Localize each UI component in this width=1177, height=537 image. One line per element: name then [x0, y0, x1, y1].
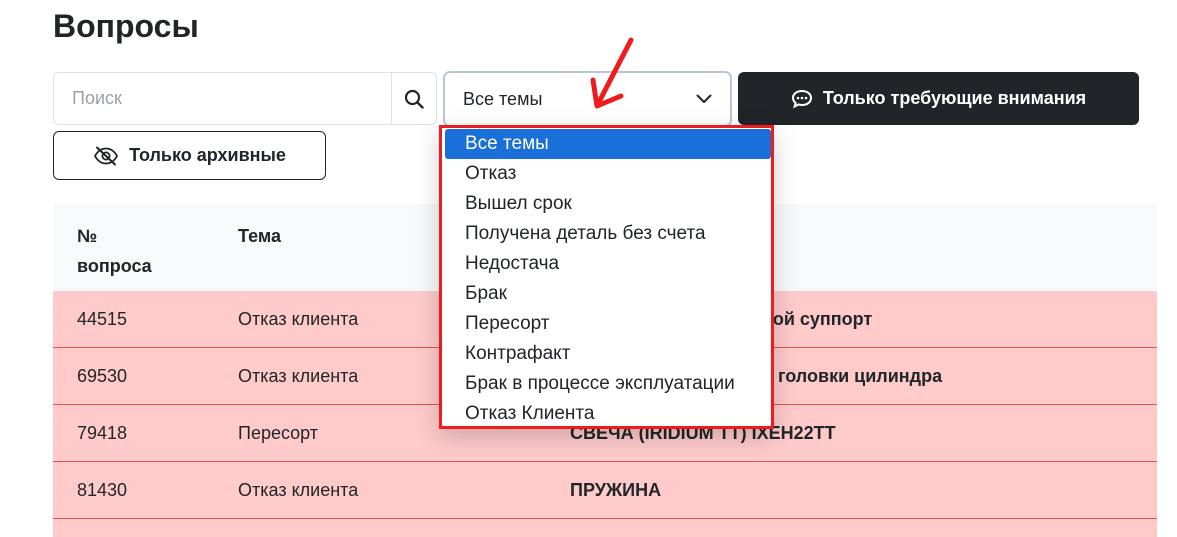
cell-item: ПРУЖИНА	[570, 480, 662, 500]
table-row[interactable]: 81430 Отказ клиента ПРУЖИНА	[53, 462, 1157, 519]
attention-filter-label: Только требующие внимания	[822, 88, 1087, 108]
chat-dots-icon	[791, 89, 812, 108]
topic-select-value: Все темы	[463, 88, 543, 109]
search-icon	[404, 89, 424, 109]
dropdown-option[interactable]: Брак в процессе эксплуатации	[445, 369, 771, 399]
dropdown-option[interactable]: Получена деталь без счета	[445, 219, 771, 249]
dropdown-option[interactable]: Отказ	[445, 159, 771, 189]
annotation-arrow	[590, 37, 634, 109]
cell-number: 79418	[77, 423, 128, 443]
column-header-number[interactable]: № вопроса	[77, 221, 152, 281]
cell-topic: Отказ клиента	[238, 309, 359, 329]
dropdown-option[interactable]: Пересорт	[445, 309, 771, 339]
dropdown-option[interactable]: Отказ Клиента	[445, 399, 771, 429]
column-header-number-line2: вопроса	[77, 256, 152, 276]
page-title: Вопросы	[53, 8, 199, 44]
dropdown-option[interactable]: Все темы	[445, 129, 771, 159]
column-header-number-line1: №	[77, 226, 98, 246]
chevron-down-icon	[696, 94, 712, 103]
search-group	[53, 72, 437, 125]
dropdown-option[interactable]: Недостача	[445, 249, 771, 279]
search-input[interactable]	[53, 72, 391, 125]
archive-filter-button[interactable]: Только архивные	[53, 131, 326, 180]
eye-slash-icon	[94, 146, 119, 165]
cell-number: 81430	[77, 480, 128, 500]
archive-filter-label: Только архивные	[129, 145, 286, 165]
dropdown-option[interactable]: Вышел срок	[445, 189, 771, 219]
topic-dropdown-menu: Все темы Отказ Вышел срок Получена деталь б…	[439, 125, 774, 429]
search-button[interactable]	[391, 72, 437, 125]
cell-topic: Пересорт	[238, 423, 319, 443]
table-row-partial	[53, 519, 1157, 537]
cell-topic: Отказ клиента	[238, 480, 359, 500]
cell-number: 69530	[77, 366, 128, 386]
topic-options-list: Все темы Отказ Вышел срок Получена деталь б…	[445, 128, 771, 429]
dropdown-option[interactable]: Брак	[445, 279, 771, 309]
column-header-topic[interactable]: Тема	[238, 221, 281, 251]
attention-filter-button[interactable]: Только требующие внимания	[738, 72, 1139, 125]
dropdown-option[interactable]: Контрафакт	[445, 339, 771, 369]
cell-number: 44515	[77, 309, 128, 329]
cell-topic: Отказ клиента	[238, 366, 359, 386]
cell-item: головки цилиндра	[778, 366, 943, 386]
